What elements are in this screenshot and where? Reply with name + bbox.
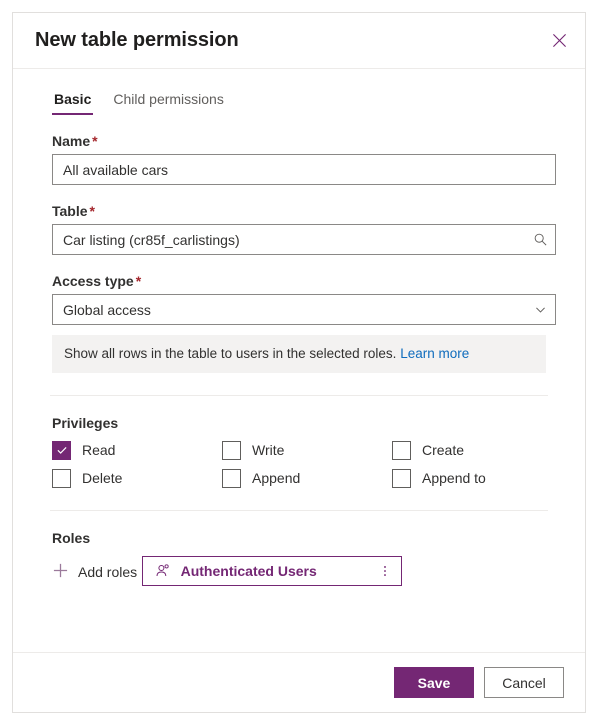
checkbox-write[interactable]	[222, 440, 241, 460]
save-button[interactable]: Save	[394, 667, 474, 698]
table-input[interactable]	[53, 225, 525, 254]
access-type-dropdown[interactable]	[52, 294, 556, 325]
person-icon	[154, 563, 172, 579]
access-type-hint-text: Show all rows in the table to users in t…	[64, 346, 397, 361]
access-type-label-text: Access type	[52, 273, 134, 289]
role-chip-authenticated-users[interactable]: Authenticated Users	[141, 555, 402, 586]
plus-icon	[52, 562, 69, 582]
privilege-write[interactable]: Write	[222, 440, 392, 460]
privilege-append-to-label: Append to	[422, 470, 486, 487]
panel-header: New table permission	[13, 13, 585, 69]
access-type-required-marker: *	[135, 273, 142, 289]
privileges-grid: Read Write Create Delete Append Append t…	[52, 440, 548, 488]
checkbox-append[interactable]	[222, 468, 241, 488]
privilege-create[interactable]: Create	[392, 440, 548, 460]
checkbox-read[interactable]	[52, 440, 71, 460]
name-label-text: Name	[52, 133, 91, 149]
roles-section: Roles Add roles Authenticated Users	[52, 530, 548, 595]
add-roles-button[interactable]: Add roles	[52, 562, 137, 582]
page-title: New table permission	[35, 29, 239, 51]
roles-title: Roles	[52, 529, 91, 546]
checkbox-create[interactable]	[392, 440, 411, 460]
privileges-title: Privileges	[52, 414, 119, 431]
name-required-marker: *	[92, 133, 98, 149]
checkbox-append-to[interactable]	[392, 468, 411, 488]
table-label: Table *	[52, 203, 556, 219]
name-field-group: Name *	[52, 133, 556, 185]
name-input[interactable]	[53, 155, 555, 184]
privilege-create-label: Create	[422, 442, 465, 459]
role-chip-label: Authenticated Users	[180, 562, 317, 579]
more-vertical-icon[interactable]	[373, 558, 397, 584]
table-label-text: Table	[52, 203, 88, 219]
new-table-permission-panel: New table permission Basic Child permiss…	[12, 12, 586, 713]
divider-roles	[50, 509, 548, 511]
table-required-marker: *	[89, 203, 95, 219]
close-icon	[552, 33, 567, 48]
panel-body: Basic Child permissions Name* Table*	[13, 69, 585, 652]
tab-child-permissions[interactable]: Child permissions	[111, 91, 225, 115]
name-label: Name *	[52, 133, 556, 149]
privileges-section: Privileges Read Write Create Delete Appe…	[52, 415, 548, 488]
tab-basic[interactable]: Basic	[52, 91, 94, 115]
access-type-label: Access type *	[52, 273, 556, 289]
panel-footer: Save Cancel	[13, 652, 585, 712]
table-field-group: Table *	[52, 203, 556, 255]
privilege-read-label: Read	[82, 442, 116, 459]
privilege-append-to[interactable]: Append to	[392, 468, 548, 488]
chevron-down-icon[interactable]	[525, 295, 555, 324]
tab-list: Basic Child permissions	[52, 69, 564, 115]
checkbox-delete[interactable]	[52, 468, 71, 488]
divider-privileges	[50, 394, 548, 396]
privilege-append[interactable]: Append	[222, 468, 392, 488]
name-textbox[interactable]	[52, 154, 556, 185]
learn-more-link[interactable]: Learn more	[400, 346, 469, 361]
privilege-append-label: Append	[252, 470, 301, 487]
access-type-field-group: Access type *	[52, 273, 556, 325]
search-icon[interactable]	[525, 225, 555, 254]
table-lookup-box[interactable]	[52, 224, 556, 255]
privilege-delete-label: Delete	[82, 470, 123, 487]
access-type-hint-banner: Show all rows in the table to users in t…	[52, 335, 546, 373]
access-type-value[interactable]	[53, 295, 525, 324]
privilege-delete[interactable]: Delete	[52, 468, 222, 488]
cancel-button[interactable]: Cancel	[484, 667, 564, 698]
privilege-read[interactable]: Read	[52, 440, 222, 460]
add-roles-label: Add roles	[78, 563, 138, 580]
privilege-write-label: Write	[252, 442, 285, 459]
close-button[interactable]	[543, 25, 575, 57]
